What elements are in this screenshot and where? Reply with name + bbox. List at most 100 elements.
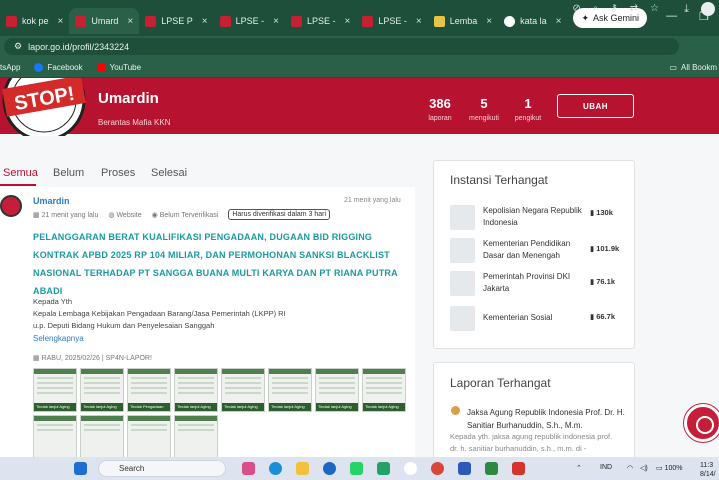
tab-close-icon[interactable]: × <box>344 16 350 27</box>
stat-laporan[interactable]: 386 laporan <box>416 96 464 122</box>
tab-close-icon[interactable]: × <box>58 16 64 27</box>
tab-selesai[interactable]: Selesai <box>151 167 187 179</box>
calendar-icon: ▦ <box>33 211 42 219</box>
attachment-thumbnail[interactable]: Tindak lanjut Aging <box>268 368 312 412</box>
profile-avatar[interactable] <box>701 2 715 16</box>
browser-tab-active[interactable]: Umard × <box>69 8 140 34</box>
meta-time: ▦ 21 menit yang lalu <box>33 211 99 219</box>
profile-tagline: Berantas Mafia KKN <box>98 118 171 127</box>
instansi-heading: Instansi Terhangat <box>450 173 548 187</box>
download-icon[interactable]: ⤓ <box>684 3 689 16</box>
minimize-icon[interactable]: — <box>666 10 677 23</box>
stat-mengikuti[interactable]: 5 mengikuti <box>460 96 508 122</box>
browser-tab[interactable]: Lemba × <box>428 8 498 34</box>
folder-icon: ▭ <box>669 63 677 72</box>
tab-favicon-icon <box>145 15 157 27</box>
attachment-thumbnail[interactable] <box>174 415 218 459</box>
attachment-thumbnail[interactable]: Tindak lanjut Aging <box>174 368 218 412</box>
volume-icon[interactable]: ◁) <box>640 464 648 472</box>
battery-indicator[interactable]: ▭ 100% <box>656 464 682 472</box>
report-author[interactable]: Umardin <box>33 196 70 206</box>
edge-icon[interactable] <box>269 462 282 475</box>
battery-icon: ▭ <box>656 465 665 472</box>
app-icon[interactable] <box>485 462 498 475</box>
tab-semua[interactable]: Semua <box>3 167 38 179</box>
file-explorer-icon[interactable] <box>296 462 309 475</box>
excel-icon[interactable] <box>377 462 390 475</box>
read-more-link[interactable]: Selengkapnya <box>33 334 84 343</box>
bookmarks-bar: tsApp Facebook YouTube ▭ All Bookm <box>0 57 719 78</box>
tab-favicon-icon <box>6 15 17 27</box>
tab-favicon-icon <box>290 15 302 27</box>
lapor-fab-button[interactable] <box>684 404 719 442</box>
tab-close-icon[interactable]: × <box>486 16 492 27</box>
tab-proses[interactable]: Proses <box>101 167 135 179</box>
gemini-icon: ✦ <box>581 12 589 23</box>
laporan-item-title[interactable]: Jaksa Agung Republik Indonesia Prof. Dr.… <box>467 406 627 432</box>
zoom-icon[interactable]: ⌕ <box>593 3 599 14</box>
tab-close-icon[interactable]: × <box>416 16 422 27</box>
windows-start-icon[interactable] <box>74 462 87 475</box>
building-icon <box>450 306 475 331</box>
edit-profile-button[interactable]: UBAH <box>557 94 634 118</box>
password-key-icon[interactable]: ⚷ <box>610 3 617 14</box>
url-field[interactable]: ⚙ lapor.go.id/profil/2343224 <box>4 38 679 55</box>
site-info-icon[interactable]: ⚙ <box>14 41 22 52</box>
attachment-thumbnail[interactable] <box>127 415 171 459</box>
wifi-icon[interactable]: ◠ <box>627 464 633 472</box>
report-body: Kepada Yth Kepala Lembaga Kebijakan Peng… <box>33 297 286 330</box>
tab-close-icon[interactable]: × <box>202 16 208 27</box>
bookmark-youtube[interactable]: YouTube <box>96 63 141 72</box>
attachment-thumbnail[interactable]: Tindak Pengadaan <box>127 368 171 412</box>
toolbar-right: ⤓ <box>684 2 715 16</box>
attachment-thumbnail[interactable]: Tindak lanjut Aging <box>33 368 77 412</box>
all-bookmarks[interactable]: ▭ All Bookm <box>669 63 717 72</box>
clock[interactable]: 11:3 8/14/ <box>700 461 716 479</box>
attachment-thumbnail[interactable]: Tindak lanjut Aging <box>80 368 124 412</box>
google-icon[interactable] <box>404 462 417 475</box>
tab-close-icon[interactable]: × <box>273 16 279 27</box>
attachment-thumbnail[interactable]: Tindak lanjut Aging <box>362 368 406 412</box>
bookmark-facebook[interactable]: Facebook <box>34 62 83 72</box>
author-avatar[interactable] <box>0 195 22 217</box>
tray-chevron-icon[interactable]: ⌃ <box>576 464 582 472</box>
browser-tab[interactable]: LPSE - × <box>214 8 285 34</box>
tab-favicon-icon <box>219 15 231 27</box>
building-icon <box>450 238 475 263</box>
browser-tab[interactable]: LPSE - × <box>285 8 356 34</box>
word-icon[interactable] <box>458 462 471 475</box>
stat-pengikut[interactable]: 1 pengikut <box>504 96 552 122</box>
bookmark-whatsapp[interactable]: tsApp <box>0 63 20 72</box>
tab-favicon-icon <box>362 15 374 27</box>
meta-status: ◉ Belum Terverifikasi <box>151 211 219 219</box>
eye-off-icon[interactable]: ⊘ <box>572 3 580 14</box>
report-date: ▦ RABU, 2025/02/26 | SP4N-LAPOR! <box>33 355 152 362</box>
copilot-icon[interactable] <box>242 462 255 475</box>
tab-close-icon[interactable]: × <box>127 16 133 27</box>
laporan-heading: Laporan Terhangat <box>450 376 551 390</box>
attachment-thumbnail[interactable]: Tindak lanjut Aging <box>221 368 265 412</box>
language-indicator[interactable]: IND <box>600 464 612 471</box>
attachment-thumbnail[interactable]: Tindak lanjut Aging <box>315 368 359 412</box>
translate-icon[interactable]: ⇄ <box>630 3 638 14</box>
building-icon <box>450 271 475 296</box>
browser-tab[interactable]: kata la × <box>498 8 567 34</box>
user-avatar-icon <box>451 406 460 415</box>
report-count: ▮ 66.7k <box>590 312 615 321</box>
bookmark-star-icon[interactable]: ☆ <box>650 3 659 14</box>
tab-belum[interactable]: Belum <box>53 167 84 179</box>
browser-tab[interactable]: kok pe × <box>0 8 69 34</box>
pdf-icon[interactable] <box>512 462 525 475</box>
browser-tab[interactable]: LPSE P × <box>139 8 213 34</box>
google-favicon-icon <box>504 15 516 27</box>
whatsapp-icon[interactable] <box>350 462 363 475</box>
zoom-icon[interactable] <box>323 462 336 475</box>
report-title[interactable]: PELANGGARAN BERAT KUALIFIKASI PENGADAAN,… <box>33 228 408 300</box>
attachment-thumbnail[interactable] <box>80 415 124 459</box>
attachment-grid: Tindak lanjut Aging Tindak lanjut Aging … <box>33 368 409 459</box>
chrome-icon[interactable] <box>431 462 444 475</box>
browser-tab[interactable]: LPSE - × <box>356 8 427 34</box>
taskbar-search[interactable]: Search <box>98 460 226 477</box>
tab-close-icon[interactable]: × <box>556 16 562 27</box>
attachment-thumbnail[interactable] <box>33 415 77 459</box>
